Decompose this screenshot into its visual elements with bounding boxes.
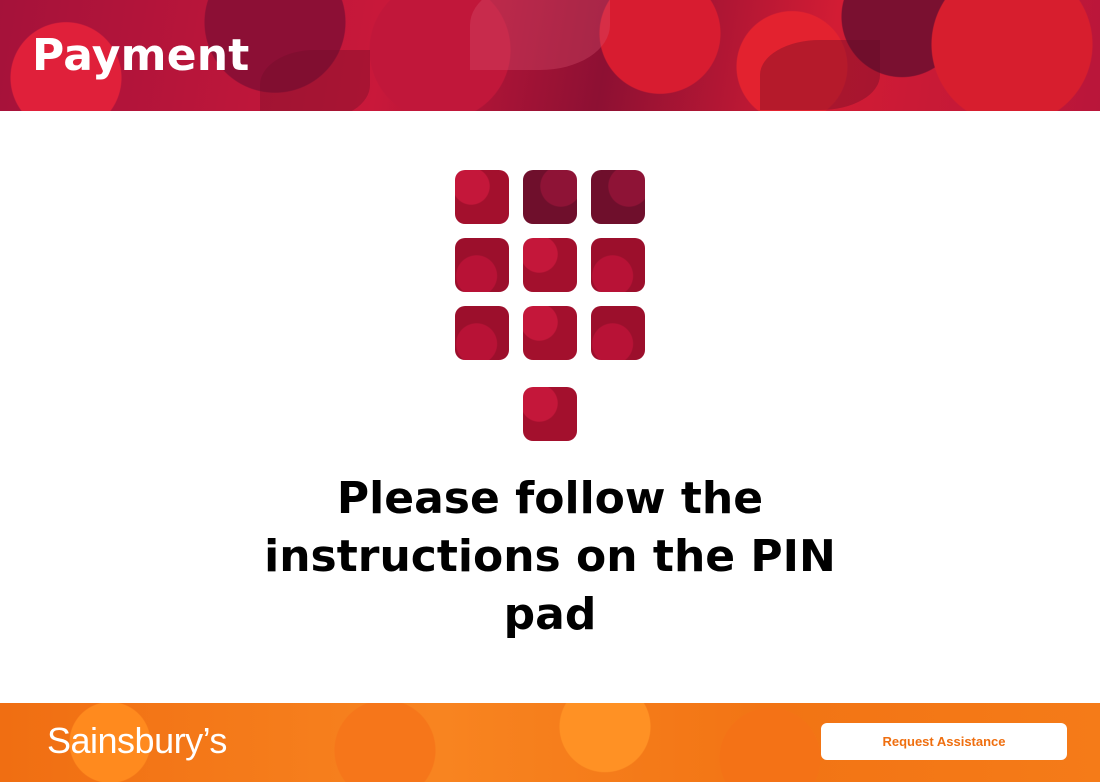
footer-banner: Sainsbury’s Request Assistance <box>0 703 1100 782</box>
keypad-key-7 <box>455 306 509 360</box>
header-leaf-decoration <box>470 0 610 70</box>
keypad-key-3 <box>591 170 645 224</box>
keypad-key-5 <box>523 238 577 292</box>
keypad-key-6 <box>591 238 645 292</box>
request-assistance-button[interactable]: Request Assistance <box>821 723 1067 760</box>
keypad-key-8 <box>523 306 577 360</box>
keypad-key-0 <box>523 387 577 441</box>
pin-pad-keypad-icon <box>455 170 645 442</box>
keypad-key-4 <box>455 238 509 292</box>
page-title: Payment <box>32 30 250 81</box>
header-banner: Payment <box>0 0 1100 111</box>
sainsburys-logo: Sainsbury’s <box>47 720 227 761</box>
keypad-key-2 <box>523 170 577 224</box>
header-leaf-decoration <box>260 50 370 111</box>
keypad-key-9 <box>591 306 645 360</box>
header-leaf-decoration <box>760 40 880 110</box>
pin-pad-instruction: Please follow the instructions on the PI… <box>264 473 836 640</box>
keypad-key-1 <box>455 170 509 224</box>
